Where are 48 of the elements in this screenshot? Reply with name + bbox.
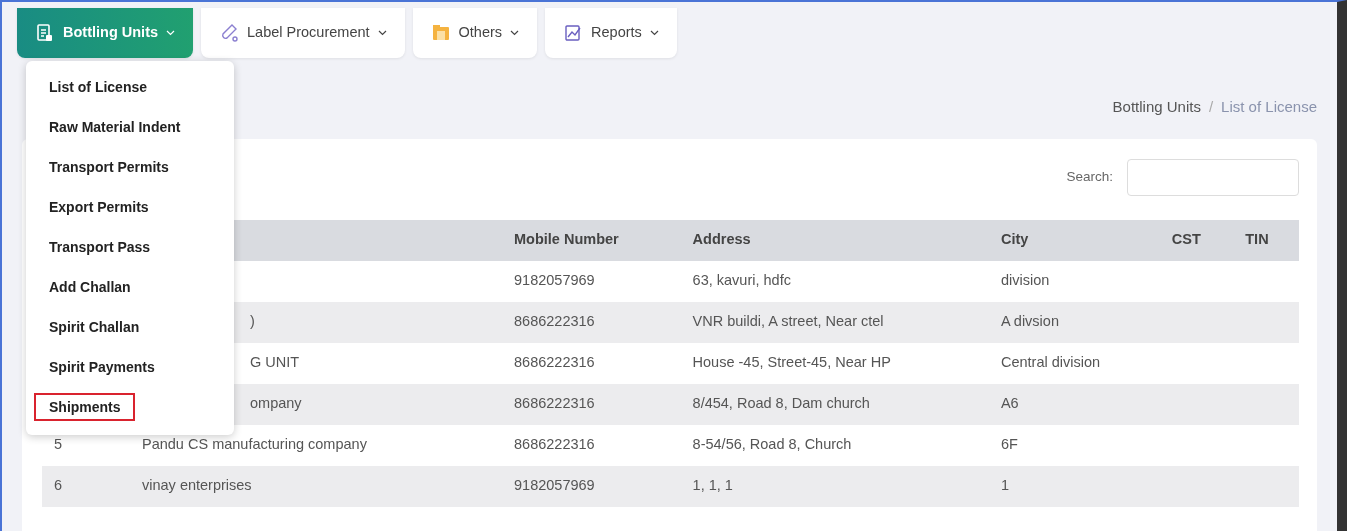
column-header: TIN — [1233, 219, 1299, 261]
table-cell: 9182057969 — [502, 260, 681, 302]
column-header: City — [988, 219, 1160, 261]
search-label: Search: — [1066, 167, 1113, 186]
table-cell: 63, kavuri, hdfc — [680, 260, 989, 302]
table-cell: 6F — [988, 424, 1160, 466]
table-cell: 9182057969 — [502, 465, 681, 507]
table-cell: 1 — [988, 465, 1160, 507]
table-cell: 8686222316 — [502, 301, 681, 343]
caret-icon — [649, 30, 659, 36]
table-cell: vinay enterprises — [130, 465, 502, 507]
table-cell: A divsion — [988, 301, 1160, 343]
caret-icon — [510, 30, 520, 36]
search-field[interactable] — [1127, 158, 1299, 196]
table-cell: A6 — [988, 383, 1160, 425]
menu-tab[interactable]: Reports — [545, 8, 677, 58]
dropdown-item[interactable]: List of License — [34, 73, 162, 101]
caret-icon — [377, 30, 387, 36]
table-cell: VNR buildi, A street, Near ctel — [680, 301, 989, 343]
table-cell: 8-54/56, Road 8, Church — [680, 424, 989, 466]
menu-tab[interactable]: Label Procurement — [201, 8, 405, 58]
column-header: Address — [680, 219, 989, 261]
dropdown-item[interactable]: Add Challan — [34, 273, 145, 301]
folder-icon — [430, 23, 451, 43]
table-cell: 8686222316 — [502, 424, 681, 466]
table-cell: 8686222316 — [502, 342, 681, 384]
caret-icon — [166, 30, 176, 36]
table-cell: Central division — [988, 342, 1160, 384]
dropdown-item[interactable]: Transport Pass — [34, 233, 165, 261]
column-header: Mobile Number — [502, 219, 681, 261]
dropdown-item[interactable]: Shipments — [34, 393, 135, 421]
flask-icon — [219, 23, 240, 43]
dropdown-item[interactable]: Raw Material Indent — [34, 113, 195, 141]
table-cell: House -45, Street-45, Near HP — [680, 342, 989, 384]
table-cell: division — [988, 260, 1160, 302]
document-icon — [35, 23, 55, 43]
table-cell: 8/454, Road 8, Dam church — [680, 383, 989, 425]
dropdown-item[interactable]: Export Permits — [34, 193, 163, 221]
column-header: CST — [1159, 219, 1234, 261]
breadcrumb-separator: / — [1208, 97, 1214, 117]
dropdown-item[interactable]: Transport Permits — [34, 153, 183, 181]
row-number: 6 — [42, 465, 130, 507]
menu-tab[interactable]: Bottling Units — [17, 8, 194, 58]
table-cell: 1, 1, 1 — [680, 465, 989, 507]
menu-tab[interactable]: Others — [412, 8, 538, 58]
table-cell: 8686222316 — [502, 383, 681, 425]
breadcrumb-current: List of License — [1221, 97, 1317, 117]
breadcrumb-link[interactable]: Bottling Units — [1112, 96, 1201, 119]
